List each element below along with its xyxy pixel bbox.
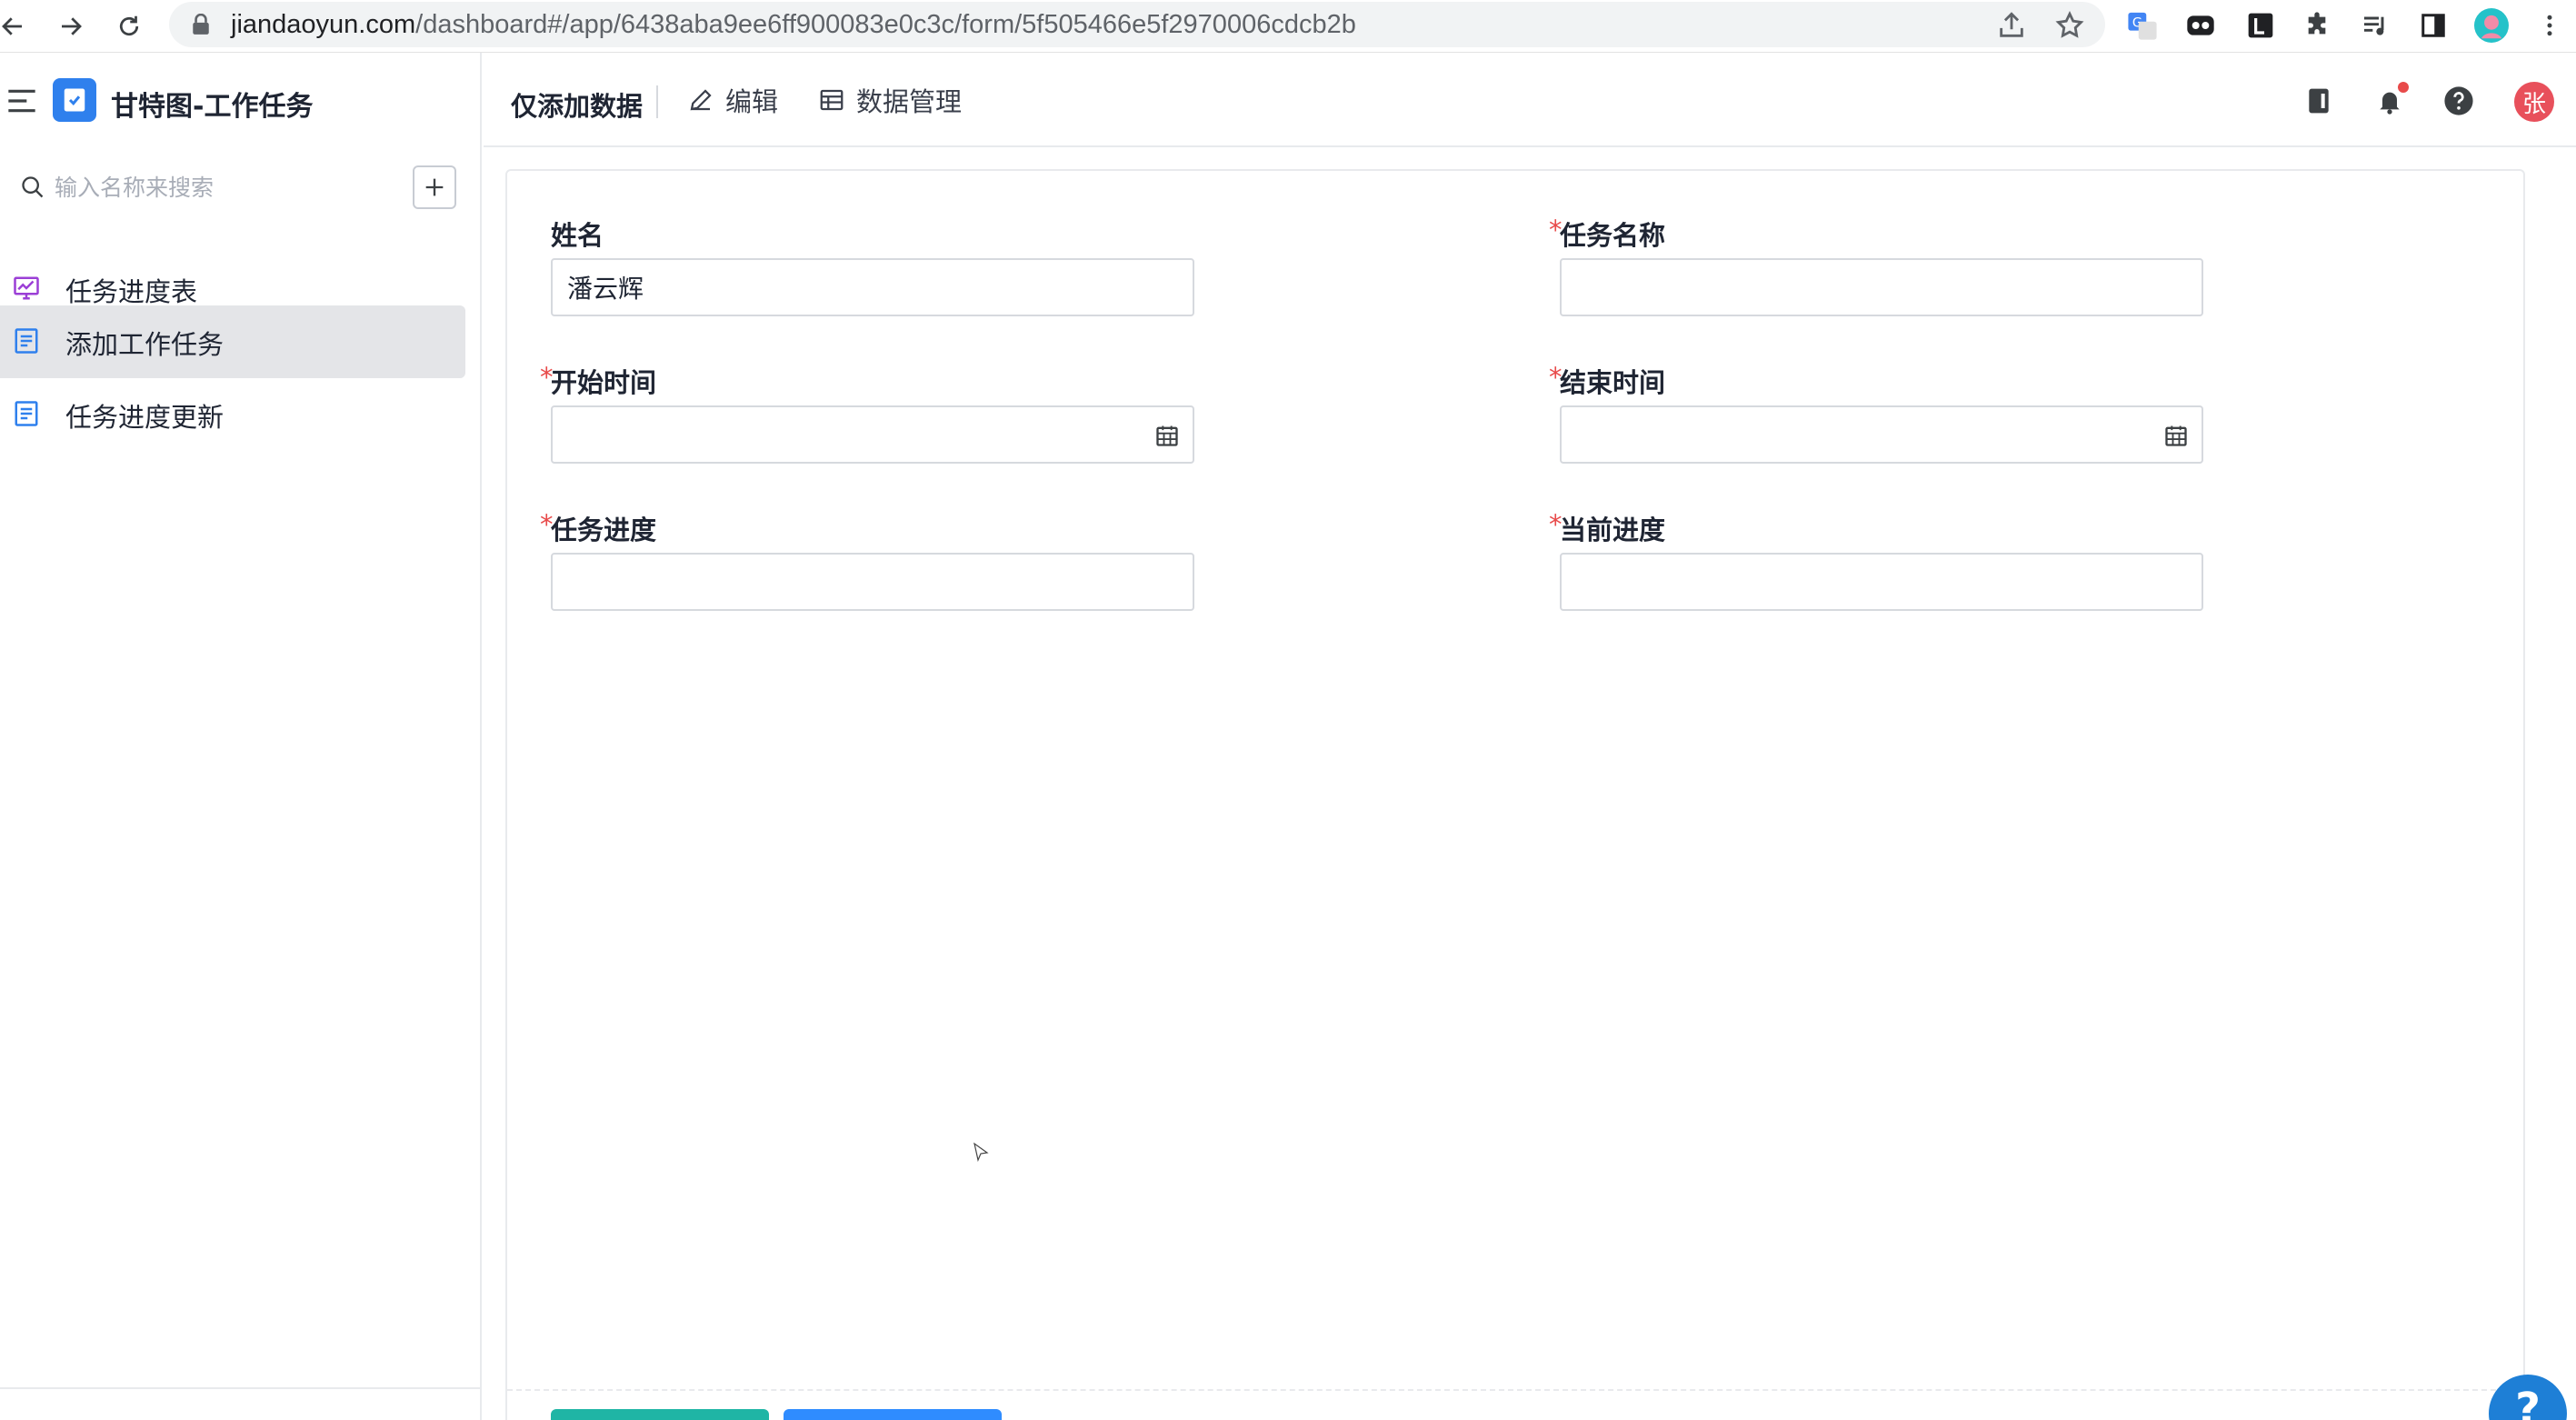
- media-playlist-icon[interactable]: [2358, 8, 2392, 43]
- data-manage-button[interactable]: 数据管理: [818, 82, 962, 118]
- form-header: 仅添加数据 编辑 数据管理 张: [484, 53, 2576, 147]
- reload-button[interactable]: [109, 6, 149, 46]
- browser-toolbar: jiandaoyun.com/dashboard#/app/6438aba9ee…: [0, 0, 2576, 53]
- field-label-task-progress: * 任务进度: [540, 509, 657, 545]
- url-text: jiandaoyun.com/dashboard#/app/6438aba9ee…: [231, 10, 1356, 39]
- back-button[interactable]: [0, 6, 33, 46]
- field-label-start-time: * 开始时间: [540, 362, 657, 398]
- data-manage-label: 数据管理: [856, 86, 963, 117]
- puzzle-extensions-icon[interactable]: [2300, 8, 2334, 43]
- hamburger-menu-icon[interactable]: [7, 87, 36, 115]
- lock-icon: [193, 14, 209, 35]
- field-label-name: 姓名: [551, 220, 604, 251]
- browser-menu-icon[interactable]: [2532, 8, 2567, 43]
- sidebar-search: [18, 167, 400, 207]
- sidebar-item-add-task[interactable]: 添加工作任务: [0, 305, 465, 378]
- notification-button[interactable]: [2371, 82, 2409, 120]
- task-progress-field[interactable]: [551, 553, 1194, 611]
- name-field[interactable]: 潘云辉: [551, 258, 1194, 316]
- field-label-end-time: * 结束时间: [1549, 362, 1666, 398]
- eyes-extension-icon[interactable]: [2183, 8, 2218, 43]
- table-grid-icon: [820, 89, 844, 111]
- arrow-left-icon: [2, 17, 22, 35]
- mouse-cursor-icon: [973, 1142, 989, 1162]
- submit-and-continue-button[interactable]: [784, 1409, 1002, 1420]
- forward-button[interactable]: [51, 6, 91, 46]
- app-logo-icon: [53, 78, 96, 122]
- translate-extension-icon[interactable]: G: [2125, 8, 2160, 43]
- reload-icon: [119, 15, 139, 36]
- submit-button[interactable]: [551, 1409, 769, 1420]
- form-card: 姓名 潘云辉 * 任务名称 * 开始时间 * 结束时间 * 任务进度 * 当前进度: [505, 169, 2525, 1420]
- notification-dot: [2398, 82, 2409, 93]
- help-button[interactable]: [2440, 82, 2478, 120]
- profile-avatar-icon[interactable]: [2474, 8, 2509, 43]
- sidebar-divider: [0, 1387, 480, 1389]
- current-progress-field[interactable]: [1560, 553, 2203, 611]
- plus-icon: [425, 178, 444, 196]
- notebook-icon: [2309, 88, 2329, 114]
- arrow-right-icon: [62, 17, 82, 35]
- calendar-icon[interactable]: [1154, 423, 1180, 448]
- search-icon: [22, 176, 44, 198]
- mode-title: 仅添加数据: [511, 91, 644, 122]
- sidebar-item-label: 添加工作任务: [65, 329, 225, 360]
- app-title: 甘特图-工作任务: [111, 91, 314, 123]
- sidebar-item-label: 任务进度更新: [65, 402, 225, 433]
- task-name-field[interactable]: [1560, 258, 2203, 316]
- start-time-field[interactable]: [551, 405, 1194, 464]
- add-item-button[interactable]: [413, 165, 456, 209]
- app-sidebar: 甘特图-工作任务 任务进度表 添加工作任务 任务进度更新: [0, 53, 482, 1420]
- extension-box-icon[interactable]: [2243, 8, 2278, 43]
- pencil-icon: [690, 89, 712, 111]
- question-circle-icon: [2444, 86, 2473, 115]
- form-document-icon: [15, 328, 38, 354]
- end-time-field[interactable]: [1560, 405, 2203, 464]
- user-avatar[interactable]: 张: [2514, 82, 2554, 122]
- side-panel-icon[interactable]: [2416, 8, 2451, 43]
- edit-button[interactable]: 编辑: [687, 82, 778, 118]
- header-divider: [656, 85, 658, 118]
- share-icon[interactable]: [1996, 10, 2027, 41]
- field-label-task-name: * 任务名称: [1549, 215, 1666, 251]
- form-document-icon: [15, 401, 38, 426]
- search-input[interactable]: [55, 169, 400, 205]
- sidebar-item-label: 任务进度表: [65, 276, 198, 307]
- bookmark-star-icon[interactable]: [2054, 10, 2085, 41]
- dashboard-chart-icon: [14, 276, 39, 300]
- notebook-button[interactable]: [2300, 82, 2338, 120]
- field-label-current-progress: * 当前进度: [1549, 509, 1666, 545]
- form-footer-divider: [507, 1389, 2523, 1391]
- calendar-icon[interactable]: [2163, 423, 2189, 448]
- address-bar[interactable]: jiandaoyun.com/dashboard#/app/6438aba9ee…: [169, 2, 2105, 47]
- edit-label: 编辑: [725, 86, 779, 117]
- sidebar-item-task-update[interactable]: 任务进度更新: [0, 378, 465, 451]
